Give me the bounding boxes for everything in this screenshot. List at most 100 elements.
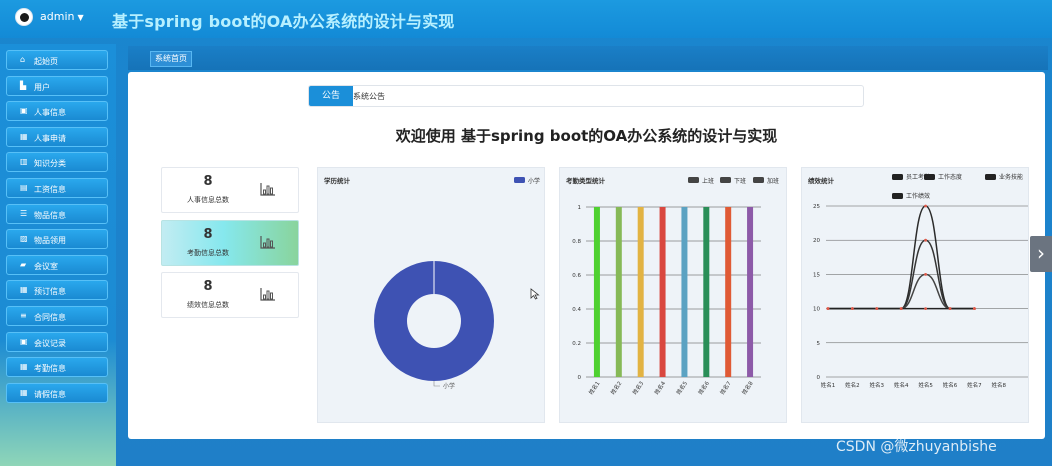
data-point: [924, 273, 927, 276]
data-point: [924, 238, 927, 242]
user-menu[interactable]: admin ▼: [40, 10, 84, 23]
sidebar-item-3[interactable]: ▣ 人事信息: [6, 101, 108, 122]
label-leader-line: [433, 381, 440, 387]
sidebar-item-label: 物品信息: [34, 210, 66, 220]
stat-card-personnel: 8 人事信息总数: [161, 167, 299, 213]
chevron-down-icon: ▼: [77, 13, 84, 22]
sidebar-item-7[interactable]: ☰ 物品信息: [6, 203, 108, 224]
data-point: [875, 307, 879, 310]
sidebar-item-6[interactable]: ▤ 工资信息: [6, 177, 108, 198]
sidebar-item-label: 物品领用: [34, 236, 66, 246]
x-tick-label: 姓名5: [918, 381, 933, 389]
badge-icon: ▣: [20, 336, 28, 346]
data-point: [899, 307, 903, 310]
sidebar-item-13[interactable]: ▦ 考勤信息: [6, 357, 108, 378]
notice-text[interactable]: 系统公告: [353, 91, 385, 102]
bar-chart-icon: [260, 236, 275, 249]
sidebar-item-10[interactable]: ▦ 预订信息: [6, 280, 108, 301]
sidebar-item-2[interactable]: ▙ 用户: [6, 75, 108, 96]
chart-icon: ▨: [20, 234, 28, 244]
grid-icon: ▦: [20, 387, 28, 397]
y-tick-label: 5: [817, 341, 821, 347]
bar: [615, 207, 622, 377]
legend-swatch: [892, 193, 903, 199]
avatar[interactable]: [15, 8, 33, 26]
x-tick-label: 姓名6: [696, 379, 711, 396]
sidebar-item-label: 考勤信息: [34, 364, 66, 374]
sidebar-item-9[interactable]: ▰ 会议室: [6, 254, 108, 275]
ticket-icon: ▰: [20, 259, 27, 269]
chart-title: 学历统计: [324, 176, 351, 185]
home-icon: ⌂: [20, 55, 26, 64]
legend-label: 加班: [767, 177, 779, 185]
stat-value: 8: [203, 174, 213, 189]
sidebar-item-12[interactable]: ▣ 会议记录: [6, 331, 108, 352]
bar-chart-icon: [260, 288, 275, 301]
document-icon: ▤: [20, 182, 28, 192]
performance-chart-svg: 绩效统计 员工考勤 工作态度 业务技能工作绩效0510152025姓名1 姓名2 姓名3 姓…: [808, 173, 1028, 389]
stat-label: 绩效信息总数: [187, 301, 229, 309]
y-tick-label: 0.6: [572, 273, 581, 279]
chart-title: 绩效统计: [808, 176, 835, 185]
y-tick-label: 0.2: [572, 341, 581, 347]
legend-swatch: [892, 174, 903, 180]
x-tick-label: 姓名8: [740, 379, 755, 396]
legend-swatch: [985, 174, 996, 180]
sidebar-item-14[interactable]: ▦ 请假信息: [6, 382, 108, 403]
education-chart: 学历统计 小学 小学: [317, 167, 545, 423]
y-tick-label: 15: [813, 272, 820, 278]
sidebar-item-5[interactable]: ▥ 知识分类: [6, 152, 108, 173]
sidebar-item-11[interactable]: ≡ 合同信息: [6, 305, 108, 326]
x-tick-label: 姓名8: [992, 381, 1007, 389]
y-tick-label: 0.4: [572, 307, 581, 313]
y-tick-label: 0.8: [572, 239, 581, 245]
app-title: 基于spring boot的OA办公系统的设计与实现: [112, 12, 455, 31]
bar: [659, 207, 666, 377]
sidebar-item-8[interactable]: ▨ 物品领用: [6, 229, 108, 250]
calendar-icon: ▦: [20, 285, 28, 295]
sidebar-item-1[interactable]: ⌂ 起始页: [6, 50, 108, 70]
bar: [703, 207, 710, 377]
sidebar-item-label: 合同信息: [34, 312, 66, 322]
bar: [637, 207, 644, 377]
breadcrumb: 系统首页: [128, 46, 1048, 70]
x-tick-label: 姓名5: [674, 379, 689, 396]
y-tick-label: 0: [817, 375, 821, 381]
x-tick-label: 姓名2: [845, 381, 860, 389]
watermark: CSDN @微zhuyanbishe: [836, 439, 997, 455]
legend-swatch: [753, 177, 764, 183]
legend-swatch: [924, 174, 935, 180]
legend-swatch: [720, 177, 731, 183]
chevron-right-icon[interactable]: ›: [1030, 236, 1052, 272]
chat-icon: ▣: [20, 106, 28, 116]
user-icon: ▙: [20, 80, 27, 90]
sidebar-item-label: 知识分类: [34, 159, 66, 169]
bar: [593, 207, 600, 377]
x-tick-label: 姓名6: [943, 381, 958, 389]
x-tick-label: 姓名4: [652, 379, 667, 396]
sidebar-menu: ⌂ 起始页 ▙ 用户 ▣ 人事信息 ▦ 人事申请 ▥ 知识分类 ▤ 工资信息 ☰ 物品信息 ▨ 物品领用 ▰ 会议…: [6, 50, 110, 408]
book-icon: ▥: [20, 157, 28, 167]
legend-label: 小学: [528, 177, 540, 185]
bar: [681, 207, 688, 377]
sidebar-item-4[interactable]: ▦ 人事申请: [6, 126, 108, 147]
legend-label: 下班: [734, 177, 746, 185]
stat-card-performance: 8 绩效信息总数: [161, 272, 299, 318]
x-tick-label: 姓名4: [894, 381, 909, 389]
grid-icon: ▦: [20, 362, 28, 372]
y-tick-label: 1: [578, 205, 582, 211]
sidebar-item-label: 起始页: [34, 57, 58, 66]
data-point: [924, 204, 927, 208]
breadcrumb-home-tab[interactable]: 系统首页: [150, 51, 192, 67]
legend-label: 工作绩效: [906, 192, 930, 200]
data-point: [948, 307, 952, 310]
sidebar-item-label: 人事申请: [34, 133, 66, 143]
x-tick-label: 姓名1: [821, 381, 836, 389]
sidebar-item-label: 预订信息: [34, 287, 66, 297]
attendance-chart: 考勤类型统计 上班 下班 加班 0 0.2 0.4 0.6 0.8 1 姓名1 姓名2 姓名3 姓名4 姓名…: [559, 167, 787, 423]
x-tick-label: 姓名7: [967, 381, 982, 389]
legend-swatch: [688, 177, 699, 183]
sidebar-item-label: 会议室: [34, 261, 58, 271]
stat-label: 人事信息总数: [187, 196, 229, 204]
stat-value: 8: [203, 279, 213, 294]
